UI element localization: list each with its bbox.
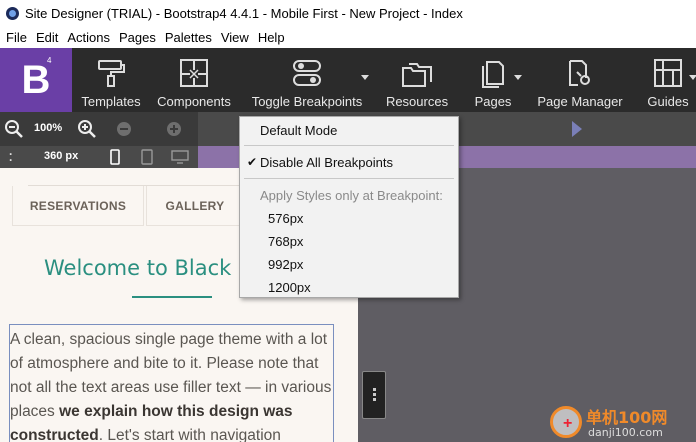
components-label: Components	[157, 94, 231, 109]
resources-button[interactable]: Resources	[386, 48, 448, 112]
watermark-logo-icon: +	[550, 406, 582, 438]
paragraph-text-end: . Let's start with navigation	[98, 427, 281, 442]
menu-pages[interactable]: Pages	[115, 30, 160, 45]
templates-label: Templates	[81, 94, 141, 109]
resize-handle[interactable]	[362, 371, 386, 419]
menu-edit[interactable]: Edit	[32, 30, 62, 45]
menu-breakpoint-576[interactable]: 576px	[268, 211, 303, 226]
drag-handle-icon[interactable]: · ·	[9, 148, 13, 166]
canvas-width: 360 px	[44, 150, 79, 162]
toggle-icon	[293, 60, 321, 86]
watermark-url: danji100.com	[588, 426, 663, 439]
components-icon	[180, 59, 208, 87]
app-icon	[6, 6, 19, 20]
menu-disable-all-breakpoints[interactable]: Disable All Breakpoints	[260, 155, 393, 170]
components-button[interactable]: Components	[157, 48, 231, 112]
page-manager-button[interactable]: Page Manager	[536, 48, 624, 112]
pages-label: Pages	[474, 94, 512, 109]
pages-chevron-icon[interactable]	[514, 75, 522, 80]
menu-help[interactable]: Help	[254, 30, 289, 45]
toggle-breakpoints-button[interactable]: Toggle Breakpoints	[251, 48, 363, 112]
nav-gallery[interactable]: GALLERY	[146, 186, 244, 226]
menu-breakpoint-992[interactable]: 992px	[268, 257, 303, 272]
resources-label: Resources	[385, 94, 449, 109]
nav-reservations[interactable]: RESERVATIONS	[12, 186, 144, 226]
grip-dot	[372, 388, 376, 391]
play-arrow-icon[interactable]	[572, 121, 582, 137]
device-bar: · · 360 px	[0, 146, 198, 168]
tablet-icon[interactable]	[140, 149, 154, 165]
grip-dot	[372, 398, 376, 401]
menu-bar: File Edit Actions Pages Palettes View He…	[0, 26, 696, 48]
menu-separator	[244, 178, 454, 179]
menu-file[interactable]: File	[2, 30, 31, 45]
watermark: + 单机100网 danji100.com	[550, 402, 696, 442]
checkmark-icon: ✔	[247, 155, 258, 169]
window-title: Site Designer (TRIAL) - Bootstrap4 4.4.1…	[25, 5, 463, 21]
bootstrap-logo[interactable]: B 4	[0, 48, 72, 112]
toggle-breakpoints-chevron-icon[interactable]	[361, 75, 369, 80]
main-toolbar: B 4 Templates Components Toggle Breakpoi…	[0, 48, 696, 112]
page-manager-label: Page Manager	[537, 94, 623, 109]
pages-button[interactable]: Pages	[470, 48, 516, 112]
menu-view[interactable]: View	[217, 30, 253, 45]
toggle-breakpoints-label: Toggle Breakpoints	[251, 94, 363, 109]
zoom-controls: 100%	[0, 112, 198, 146]
guides-button[interactable]: Guides	[646, 48, 690, 112]
remove-circle-icon[interactable]	[114, 119, 134, 139]
logo-version: 4	[47, 56, 52, 65]
zoom-out-icon[interactable]	[4, 119, 24, 139]
templates-button[interactable]: Templates	[80, 48, 142, 112]
zoom-in-icon[interactable]	[77, 119, 97, 139]
phone-icon[interactable]	[109, 149, 121, 165]
toggle-breakpoints-menu: Default Mode ✔ Disable All Breakpoints A…	[239, 116, 459, 298]
menu-palettes[interactable]: Palettes	[161, 30, 216, 45]
intro-paragraph[interactable]: A clean, spacious single page theme with…	[10, 328, 332, 442]
watermark-title: 单机100网	[586, 408, 668, 427]
guides-chevron-icon[interactable]	[689, 75, 696, 80]
menu-breakpoint-1200[interactable]: 1200px	[268, 280, 311, 295]
desktop-icon[interactable]	[170, 150, 190, 164]
folders-icon	[402, 63, 432, 87]
guides-label: Guides	[647, 94, 689, 109]
menu-separator	[244, 145, 454, 146]
title-bar: Site Designer (TRIAL) - Bootstrap4 4.4.1…	[0, 0, 696, 26]
zoom-level: 100%	[34, 122, 63, 134]
grip-dot	[372, 393, 376, 396]
menu-actions[interactable]: Actions	[63, 30, 114, 45]
guides-icon	[654, 59, 682, 87]
menu-breakpoint-768[interactable]: 768px	[268, 234, 303, 249]
page-manager-icon	[569, 60, 590, 86]
heading-underline	[132, 296, 212, 298]
menu-apply-header: Apply Styles only at Breakpoint:	[260, 188, 443, 203]
menu-default-mode[interactable]: Default Mode	[260, 123, 337, 138]
welcome-heading: Welcome to Black B	[44, 256, 253, 280]
pages-icon	[482, 61, 504, 88]
add-circle-icon[interactable]	[164, 119, 184, 139]
paint-roller-icon	[98, 60, 125, 87]
